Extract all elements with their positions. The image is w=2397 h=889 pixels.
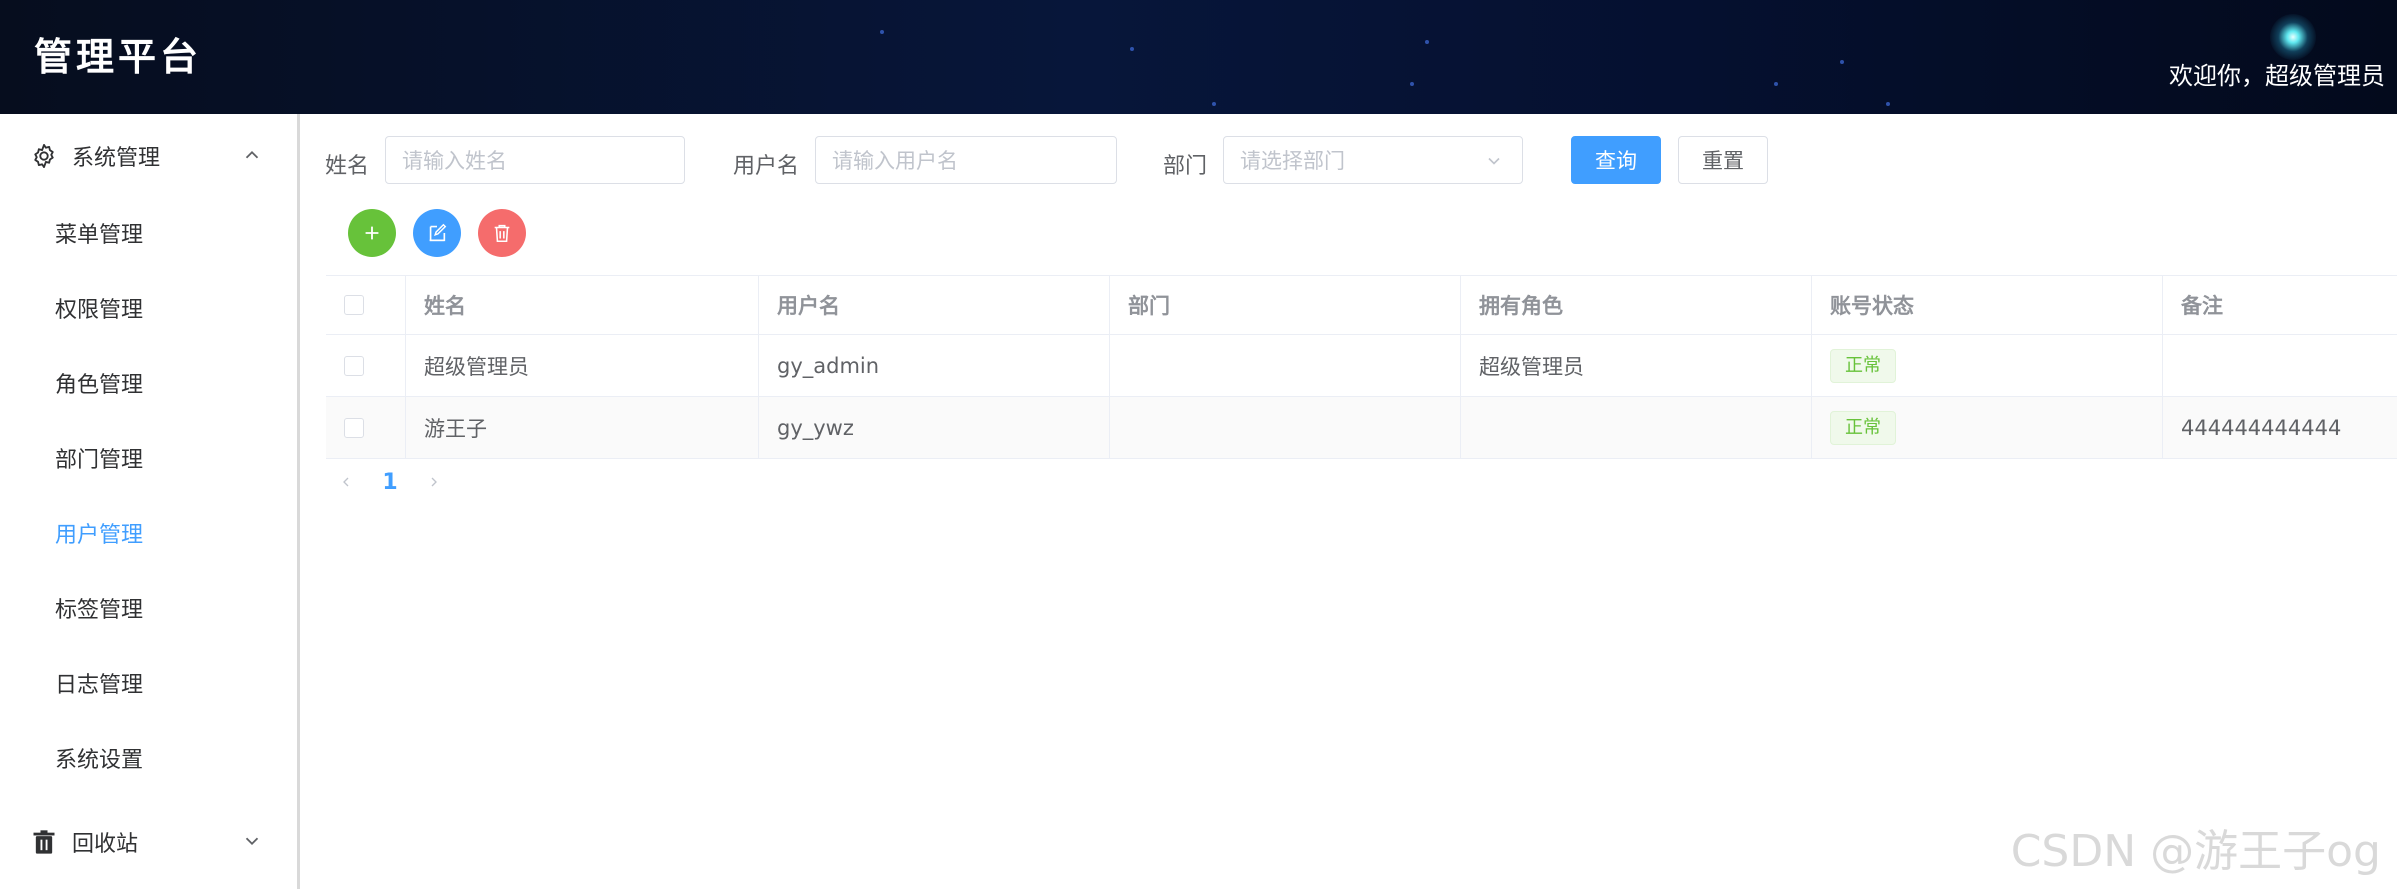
status-badge: 正常 [1830,348,1896,383]
cell-remark [2163,335,2397,396]
cell-status: 正常 [1812,335,2163,396]
column-header[interactable]: 用户名 [759,276,1110,334]
select-all-checkbox[interactable] [344,295,364,315]
cell-username: gy_admin [759,335,1110,396]
select-all-cell [326,276,406,334]
cell-roles [1461,397,1812,458]
column-header[interactable]: 拥有角色 [1461,276,1812,334]
glow-decoration [2270,14,2316,60]
cell-username: gy_ywz [759,397,1110,458]
edit-icon [429,223,447,242]
sidebar-item-permission[interactable]: 权限管理 [55,291,143,331]
sidebar-item-user[interactable]: 用户管理 [55,516,143,556]
sidebar-item-settings[interactable]: 系统设置 [55,741,143,781]
chevron-right-icon [431,477,437,487]
trash-icon [33,830,55,854]
next-page-button[interactable] [414,464,454,500]
star-decoration [1130,47,1134,51]
edit-button[interactable] [413,209,461,257]
welcome-text: 欢迎你，超级管理员 [2169,62,2385,90]
chevron-left-icon [343,477,349,487]
watermark: CSDN @游王子og [2010,826,2381,877]
dept-select-placeholder: 请选择部门 [1240,149,1345,173]
pagination: 1 [326,464,454,500]
plus-icon [365,226,379,240]
column-header[interactable]: 账号状态 [1812,276,2163,334]
sidebar-item-department[interactable]: 部门管理 [55,441,143,481]
dept-select[interactable]: 请选择部门 [1223,136,1523,184]
row-select-cell [326,397,406,458]
cell-name: 游王子 [406,397,759,458]
sidebar-group-recycle[interactable]: 回收站 [0,802,297,882]
main-content: 姓名 请输入姓名 用户名 请输入用户名 部门 请选择部门 查询 重置 姓名 用户… [303,114,2397,889]
sidebar-group-label: 回收站 [72,832,139,857]
sidebar-group-label: 系统管理 [72,146,161,171]
sidebar-group-system[interactable]: 系统管理 [0,116,297,196]
row-select-cell [326,335,406,396]
page-number[interactable]: 1 [366,470,414,495]
sidebar-item-tag[interactable]: 标签管理 [55,591,143,631]
row-checkbox[interactable] [344,417,364,438]
star-decoration [1410,82,1414,86]
delete-button[interactable] [478,209,526,257]
chevron-up-icon [245,150,259,159]
sidebar: 系统管理 菜单管理 权限管理 角色管理 部门管理 用户管理 标签管理 日志管理 … [0,114,300,889]
top-header: 管理平台 欢迎你，超级管理员 [0,0,2397,114]
sidebar-item-log[interactable]: 日志管理 [55,666,143,706]
name-input[interactable]: 请输入姓名 [385,136,685,184]
column-header[interactable]: 部门 [1110,276,1461,334]
chevron-down-icon [245,837,259,846]
sidebar-item-role[interactable]: 角色管理 [55,366,143,406]
username-filter-label: 用户名 [733,154,800,179]
app-title: 管理平台 [34,34,203,79]
username-input[interactable]: 请输入用户名 [815,136,1117,184]
table-header-row: 姓名 用户名 部门 拥有角色 账号状态 备注 [326,275,2397,335]
cell-dept [1110,397,1461,458]
star-decoration [1774,82,1778,86]
name-filter-label: 姓名 [325,154,370,179]
query-button[interactable]: 查询 [1571,136,1661,184]
status-badge: 正常 [1830,410,1896,445]
trash-icon [494,224,510,243]
username-input-placeholder: 请输入用户名 [832,149,958,173]
cell-remark: 444444444444 [2181,415,2342,440]
cell-status: 正常 [1812,397,2163,458]
dept-filter-label: 部门 [1163,154,1208,179]
column-header[interactable]: 备注 [2163,276,2397,334]
cell-name: 超级管理员 [406,335,759,396]
table-row[interactable]: 游王子 gy_ywz 正常 444444444444 [326,397,2397,459]
add-button[interactable] [348,209,396,257]
table-row[interactable]: 超级管理员 gy_admin 超级管理员 正常 [326,335,2397,397]
star-decoration [1425,40,1429,44]
star-decoration [1212,102,1216,106]
cell-dept [1110,335,1461,396]
name-input-placeholder: 请输入姓名 [402,149,507,173]
chevron-down-icon [1488,157,1500,165]
reset-button[interactable]: 重置 [1678,136,1768,184]
row-checkbox[interactable] [344,355,364,376]
cell-roles: 超级管理员 [1461,335,1812,396]
sidebar-item-menu[interactable]: 菜单管理 [55,216,143,256]
column-header[interactable]: 姓名 [406,276,759,334]
star-decoration [1886,102,1890,106]
gear-icon [34,143,54,169]
star-decoration [880,30,884,34]
star-decoration [1840,60,1844,64]
prev-page-button[interactable] [326,464,366,500]
